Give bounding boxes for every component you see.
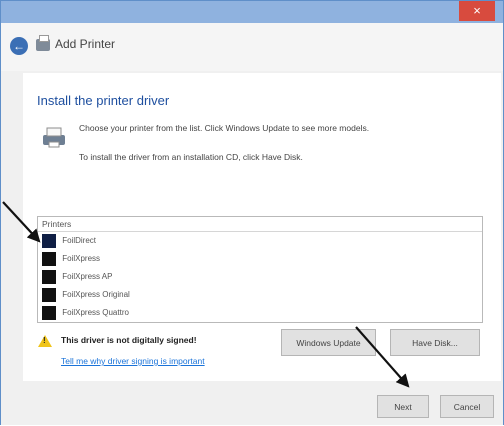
add-printer-dialog: × ← Add Printer Install the printer driv… (0, 0, 504, 425)
arrow-to-foildirect-icon (2, 201, 41, 243)
arrow-to-next-icon (355, 326, 410, 388)
annotation-arrows (2, 201, 410, 388)
